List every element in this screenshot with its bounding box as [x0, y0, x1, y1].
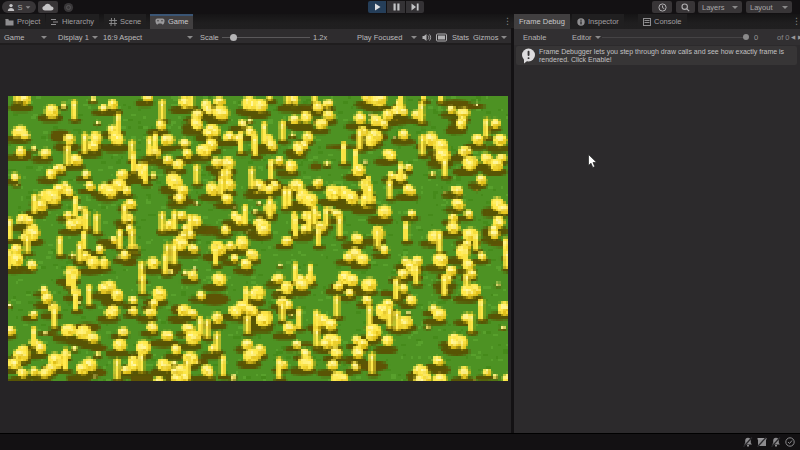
account-button[interactable]: S — [2, 1, 36, 13]
tab-bar: Project Hierarchy Scene Game ⋮ Frame Deb… — [0, 14, 800, 29]
game-dropdown[interactable]: Game — [4, 29, 47, 45]
layout-dropdown-arrow — [782, 6, 788, 9]
tab-inspector[interactable]: Inspector — [572, 14, 624, 29]
game-view-toolbar: Game Display 1 16:9 Aspect Scale 1.2x Pl… — [0, 29, 511, 45]
frame-debugger-panel: Frame Debugger lets you step through dra… — [514, 45, 800, 433]
scale-slider-handle[interactable] — [230, 34, 237, 41]
play-button[interactable] — [368, 1, 386, 13]
scene-grid-icon — [109, 18, 117, 26]
play-focused-arrow — [411, 36, 417, 39]
account-label: S — [17, 3, 22, 12]
game-dropdown-arrow — [41, 36, 47, 39]
tab-frame-debug[interactable]: Frame Debug — [514, 14, 570, 29]
search-icon — [681, 3, 690, 12]
search-button[interactable] — [676, 1, 695, 13]
layers-dropdown[interactable]: Layers — [698, 1, 742, 13]
collab-icon — [63, 2, 74, 13]
tab-label: Game — [168, 17, 188, 26]
frame-slider-track[interactable] — [602, 37, 744, 38]
check-circle-icon[interactable] — [784, 436, 795, 447]
package-muted-icon[interactable] — [756, 436, 767, 447]
tab-label: Hierarchy — [62, 17, 94, 26]
frame-slider-handle[interactable] — [743, 34, 749, 40]
stats-label: Stats — [452, 33, 469, 42]
editor-dropdown[interactable]: Editor — [572, 29, 601, 45]
editor-dropdown-arrow — [595, 36, 601, 39]
display-dropdown-label: Display 1 — [58, 33, 89, 42]
tab-label: Scene — [120, 17, 141, 26]
tab-label: Project — [17, 17, 40, 26]
info-message: Frame Debugger lets you step through dra… — [539, 48, 795, 64]
game-dropdown-label: Game — [4, 33, 24, 42]
tab-scene[interactable]: Scene — [104, 14, 146, 29]
play-focused-dropdown[interactable]: Play Focused — [357, 29, 417, 45]
aspect-dropdown[interactable]: 16:9 Aspect — [103, 29, 193, 45]
gizmos-label: Gizmos — [473, 33, 498, 42]
step-button[interactable] — [406, 1, 424, 13]
tab-label: Console — [654, 17, 682, 26]
game-canvas — [8, 96, 508, 381]
undo-history-button[interactable] — [652, 1, 672, 13]
tab-project[interactable]: Project — [0, 14, 45, 29]
tab-console[interactable]: Console — [638, 14, 687, 29]
scale-label: Scale — [200, 29, 219, 45]
gizmos-dropdown[interactable]: Gizmos — [473, 29, 507, 45]
left-pane-menu-icon[interactable]: ⋮ — [503, 16, 512, 26]
right-pane-menu-icon[interactable]: ⋮ — [792, 16, 800, 26]
display-dropdown[interactable]: Display 1 — [58, 29, 98, 45]
monitor-icon — [436, 33, 447, 42]
mute-audio-button[interactable] — [422, 29, 432, 45]
speech-bubble-icon — [521, 48, 536, 64]
collab-button[interactable] — [60, 1, 76, 13]
vsync-button[interactable] — [436, 29, 447, 45]
layers-label: Layers — [702, 3, 725, 12]
pause-button[interactable] — [387, 1, 405, 13]
layout-label: Layout — [750, 3, 773, 12]
stats-button[interactable]: Stats — [452, 29, 469, 45]
progress-muted-icon[interactable] — [742, 436, 753, 447]
frame-debugger-toolbar: Enable Editor 0 of 0 ◀ ▶ — [514, 29, 800, 45]
account-dropdown-arrow — [25, 6, 30, 8]
aspect-dropdown-arrow — [187, 36, 193, 39]
layers-dropdown-arrow — [732, 6, 738, 9]
cloud-button[interactable] — [38, 1, 58, 13]
gamepad-icon — [155, 18, 165, 25]
main-toolbar: S Layers Layout — [0, 0, 800, 14]
prev-frame-button[interactable]: ◀ — [791, 29, 795, 45]
status-bar — [0, 433, 800, 450]
game-viewport[interactable] — [8, 96, 508, 381]
gizmos-arrow — [501, 36, 507, 39]
game-view-area — [0, 45, 511, 433]
tab-hierarchy[interactable]: Hierarchy — [46, 14, 99, 29]
display-dropdown-arrow — [92, 36, 98, 39]
folder-icon — [5, 18, 14, 26]
cloud-icon — [42, 3, 54, 11]
play-icon — [374, 3, 381, 11]
mouse-cursor — [588, 154, 598, 169]
hierarchy-icon — [51, 18, 59, 26]
frame-value: 0 — [754, 29, 758, 45]
info-icon — [577, 18, 585, 26]
aspect-dropdown-label: 16:9 Aspect — [103, 33, 142, 42]
pause-icon — [393, 3, 400, 11]
clock-icon — [658, 3, 667, 12]
transport-controls — [368, 1, 424, 13]
frame-total: of 0 — [777, 29, 790, 45]
enable-button[interactable]: Enable — [523, 29, 546, 45]
scale-value: 1.2x — [313, 29, 327, 45]
console-icon — [643, 18, 651, 26]
person-icon — [7, 3, 15, 11]
tab-label: Inspector — [588, 17, 619, 26]
tab-label: Frame Debug — [519, 17, 565, 26]
tab-game[interactable]: Game — [150, 14, 193, 29]
info-box: Frame Debugger lets you step through dra… — [516, 46, 797, 65]
layout-dropdown[interactable]: Layout — [746, 1, 792, 13]
play-focused-label: Play Focused — [357, 33, 402, 42]
notifications-muted-icon[interactable] — [770, 436, 781, 447]
speaker-icon — [422, 33, 432, 42]
step-icon — [411, 3, 419, 11]
